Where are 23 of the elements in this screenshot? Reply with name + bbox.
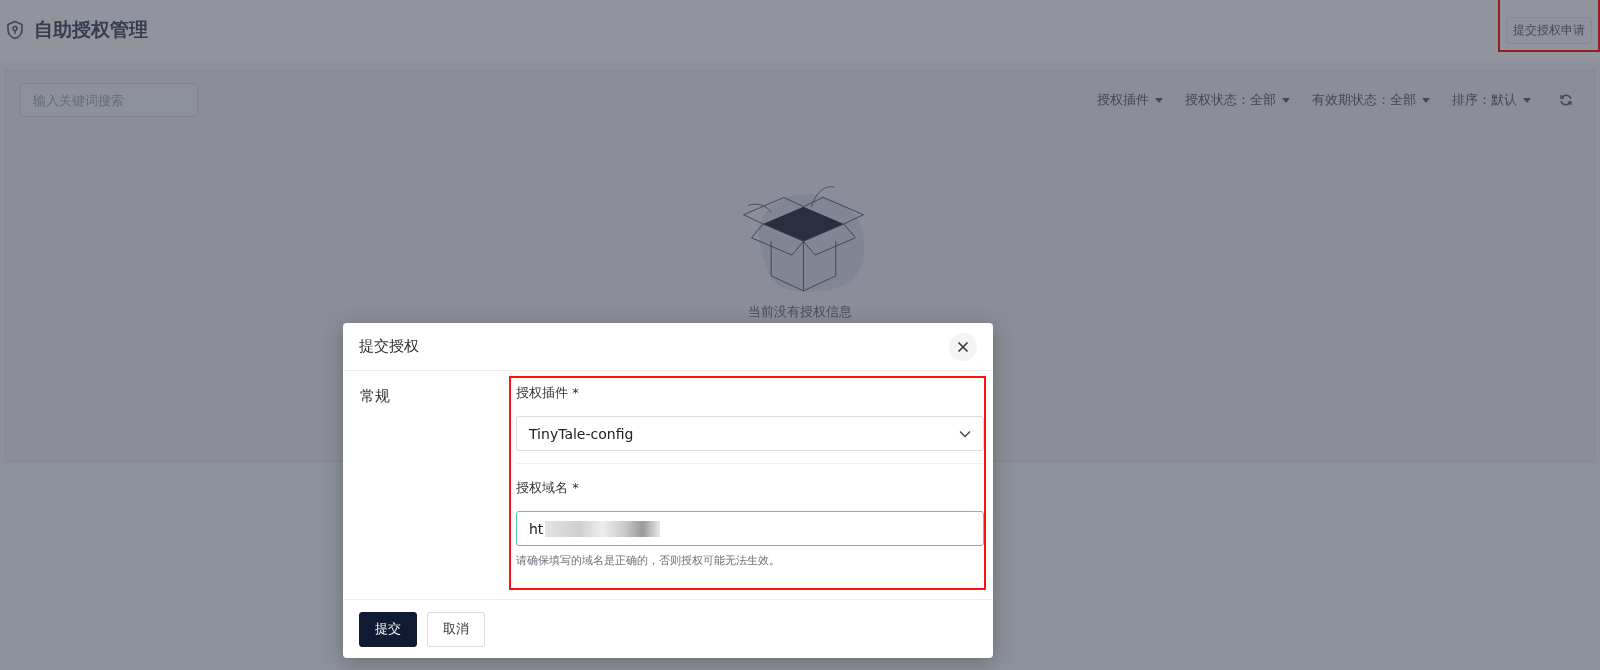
cancel-button[interactable]: 取消: [427, 611, 485, 647]
caret-icon: [1282, 97, 1290, 103]
field-label: 授权插件 *: [516, 384, 580, 402]
section-label: 常规: [359, 386, 391, 407]
filter-dropdown[interactable]: 授权插件: [1097, 91, 1163, 109]
field-label: 授权域名 *: [516, 479, 580, 497]
empty-message: 当前没有授权信息: [748, 303, 852, 321]
page-title: 自助授权管理: [34, 17, 148, 42]
filter-dropdown[interactable]: 排序：默认: [1452, 91, 1531, 109]
close-icon: [957, 340, 969, 353]
refresh-icon: [1559, 93, 1573, 107]
filter-dropdown[interactable]: 有效期状态：全部: [1312, 91, 1430, 109]
filter-dropdown[interactable]: 授权状态：全部: [1185, 91, 1290, 109]
submit-button[interactable]: 提交: [359, 611, 417, 647]
field-hint: 请确保填写的域名是正确的，否则授权可能无法生效。: [516, 553, 781, 568]
close-button[interactable]: [949, 332, 977, 361]
submit-request-button[interactable]: 提交授权申请: [1506, 16, 1592, 44]
shield-icon: [6, 20, 24, 40]
caret-icon: [1422, 97, 1430, 103]
dialog-title: 提交授权: [359, 337, 419, 356]
caret-icon: [1523, 97, 1531, 103]
chevron-down-icon: [959, 429, 971, 438]
caret-icon: [1155, 97, 1163, 103]
